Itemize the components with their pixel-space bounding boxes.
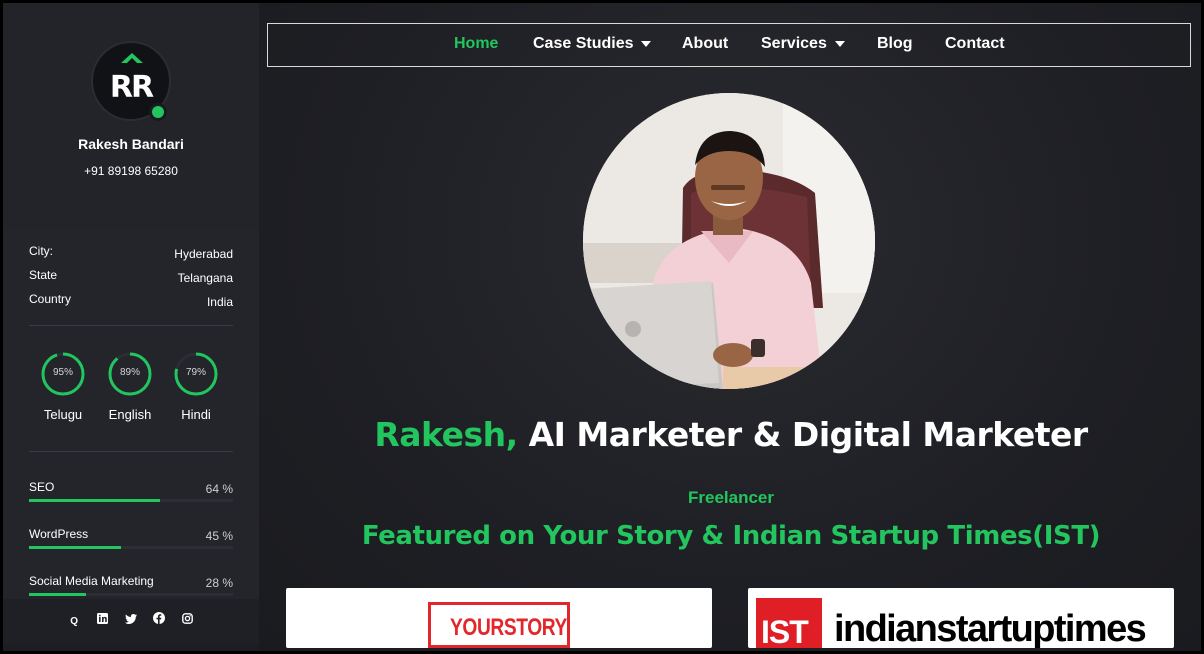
nav-contact[interactable]: Contact — [945, 35, 1005, 53]
hero-headline: Rakesh, AI Marketer & Digital Marketer — [259, 415, 1201, 454]
chevron-down-icon — [834, 40, 845, 47]
yourstory-logo-card[interactable]: YOURSTORY — [286, 588, 712, 648]
page: RR Rakesh Bandari +91 89198 65280 City: … — [2, 2, 1202, 652]
profile-photo — [583, 93, 875, 389]
nav-label: Services — [761, 35, 827, 52]
progress-ring: 95% — [40, 351, 86, 397]
profile-card: RR Rakesh Bandari +91 89198 65280 — [3, 3, 259, 228]
progress-ring: 89% — [107, 351, 153, 397]
hero-name-highlight: Rakesh, — [374, 415, 518, 454]
info-key: City: — [29, 244, 53, 258]
language-percent: 79% — [185, 367, 206, 378]
skill-bar-fill — [29, 546, 121, 549]
skill-track — [29, 593, 233, 596]
info-value: Hyderabad — [174, 247, 233, 261]
twitter-icon[interactable] — [123, 614, 139, 630]
language-english: 89% English — [106, 351, 154, 422]
skill-name: Social Media Marketing — [29, 574, 154, 588]
nav-services[interactable]: Services — [761, 35, 845, 53]
language-name: English — [108, 407, 152, 422]
info-value: Telangana — [177, 271, 233, 285]
skill-bar-fill — [29, 499, 160, 502]
profile-phone[interactable]: +91 89198 65280 — [3, 164, 259, 178]
language-telugu: 95% Telugu — [39, 351, 87, 422]
facebook-icon[interactable] — [151, 612, 167, 628]
avatar-initials: RR — [109, 70, 154, 105]
nav-label: Case Studies — [533, 35, 634, 52]
skill-value: 45 % — [205, 529, 233, 543]
ist-logo-text: indianstartuptimes — [834, 608, 1147, 648]
profile-name: Rakesh Bandari — [78, 136, 184, 152]
portrait-illustration — [583, 93, 875, 389]
ist-logo-badge: IST — [756, 598, 822, 648]
nav-about[interactable]: About — [682, 35, 728, 53]
language-name: Hindi — [181, 407, 211, 422]
yourstory-logo-text: YOURSTORY — [450, 614, 567, 641]
skill-value: 64 % — [205, 482, 233, 496]
nav-case-studies[interactable]: Case Studies — [533, 35, 652, 53]
language-hindi: 79% Hindi — [172, 351, 220, 422]
hero-title: AI Marketer & Digital Marketer — [517, 415, 1089, 454]
language-name: Telugu — [43, 407, 83, 422]
progress-ring: 79% — [173, 351, 219, 397]
skill-value: 28 % — [205, 576, 233, 590]
quora-icon[interactable]: Q — [66, 614, 82, 630]
language-percent: 95% — [52, 367, 73, 378]
ist-logo-card[interactable]: IST indianstartuptimes — [748, 588, 1174, 648]
online-status-dot — [149, 103, 167, 121]
skill-track — [29, 546, 233, 549]
nav-home[interactable]: Home — [454, 35, 498, 53]
info-key: State — [29, 268, 58, 282]
chevron-down-icon — [641, 40, 652, 47]
featured-heading: Featured on Your Story & Indian Startup … — [361, 521, 1101, 551]
divider — [29, 325, 233, 326]
house-roof-icon — [121, 53, 143, 64]
instagram-icon[interactable] — [180, 613, 196, 629]
info-value: India — [206, 295, 233, 309]
top-navigation: Home Case Studies About Services Blog Co… — [267, 23, 1191, 67]
skill-name: SEO — [29, 480, 55, 494]
skill-bar-fill — [29, 593, 87, 596]
divider — [29, 451, 233, 452]
hero-subtitle: Freelancer — [688, 488, 774, 507]
social-links: Q — [3, 599, 259, 643]
ist-badge-text: IST — [761, 614, 809, 648]
main-content: Home Case Studies About Services Blog Co… — [259, 3, 1201, 651]
skill-name: WordPress — [29, 527, 89, 541]
info-key: Country — [29, 292, 72, 306]
skill-track — [29, 499, 233, 502]
profile-sidebar: RR Rakesh Bandari +91 89198 65280 City: … — [3, 3, 259, 643]
language-percent: 89% — [119, 367, 140, 378]
linkedin-icon[interactable] — [95, 613, 111, 629]
nav-blog[interactable]: Blog — [877, 35, 913, 53]
